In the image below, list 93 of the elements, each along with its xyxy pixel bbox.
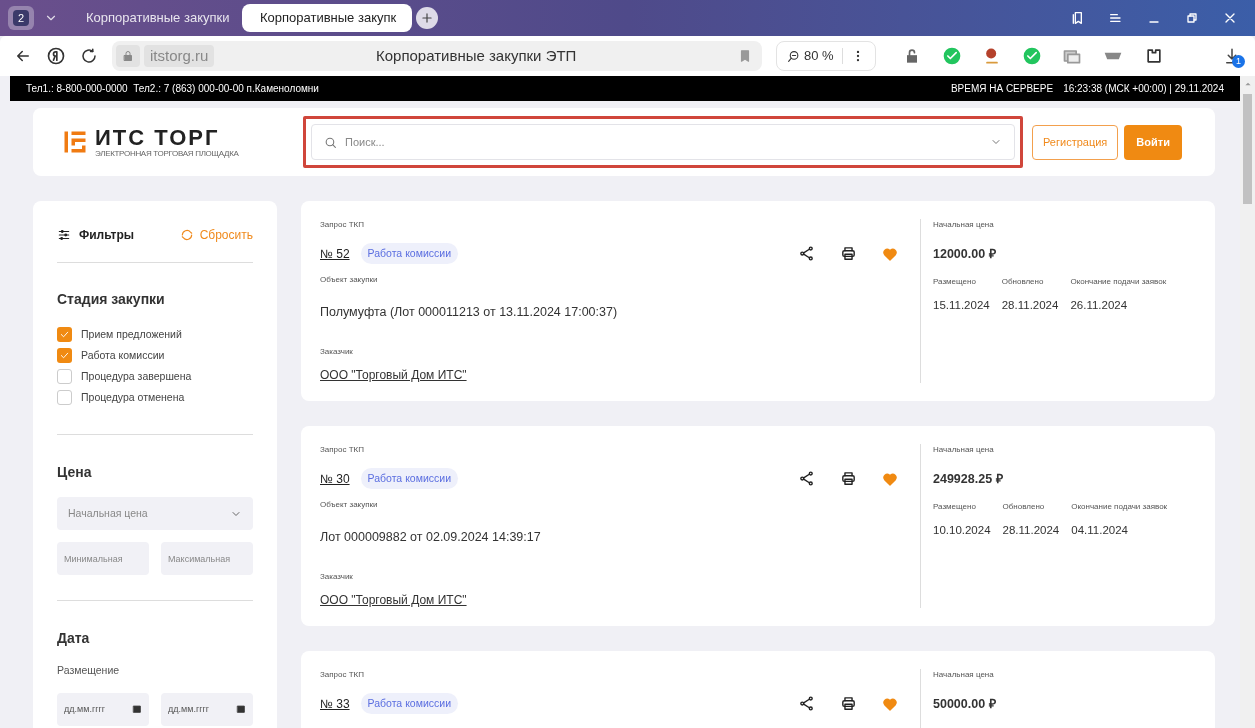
customer-link[interactable]: ООО "Торговый Дом ИТС" (320, 365, 467, 384)
procurement-number-link[interactable]: № 30 (320, 469, 350, 488)
search-icon (324, 135, 337, 149)
browser-tab[interactable]: Корпоративные закупк (242, 4, 412, 32)
server-time-label: ВРЕМЯ НА СЕРВЕРЕ (950, 82, 1054, 96)
stage-checkbox[interactable]: Работа комиссии (57, 345, 253, 366)
new-tab-button[interactable] (416, 7, 438, 29)
field-label: Размещено (933, 275, 977, 288)
status-tag: Работа комиссии (360, 468, 458, 489)
address-bar[interactable]: itstorg.ru Корпоративные закупки ЭТП (112, 41, 762, 71)
sliders-icon (57, 228, 71, 242)
date-value: 15.11.2024 (933, 297, 990, 313)
check-circle-icon[interactable] (941, 46, 962, 66)
logo-title: ИТС ТОРГ (95, 126, 221, 149)
date-value: 26.11.2024 (1070, 297, 1129, 313)
section-heading: Цена (57, 463, 93, 482)
date-picker[interactable]: дд.мм.гггг (57, 692, 149, 726)
date-picker[interactable]: дд.мм.гггг (161, 692, 253, 726)
share-icon[interactable] (798, 470, 815, 487)
section-heading: Дата (57, 629, 91, 648)
print-icon[interactable] (840, 245, 857, 262)
checkmark-icon (59, 350, 70, 361)
zoom-button[interactable]: 80 % (776, 41, 876, 71)
field-label: Размещено (933, 500, 977, 513)
yandex-icon[interactable] (46, 46, 66, 66)
field-label: Заказчик (320, 345, 354, 358)
field-label: Заказчик (320, 570, 354, 583)
procurement-object: Полумуфта (Лот 000011213 от 13.11.2024 17:00:37) (320, 304, 619, 321)
tab-count: 2 (13, 10, 29, 26)
checkbox[interactable] (57, 390, 72, 405)
page-title: Корпоративные закупки ЭТП (374, 45, 578, 66)
start-price: 50000.00 ₽ (933, 696, 997, 713)
procurement-number-link[interactable]: № 33 (320, 694, 350, 713)
scrollbar-thumb[interactable] (1243, 94, 1252, 204)
min-price-field[interactable]: Минимальная (57, 542, 149, 575)
field-label: Обновлено (1002, 500, 1046, 513)
date-field[interactable]: дд.мм.гггг (64, 692, 124, 726)
date-value: 10.10.2024 (933, 522, 991, 538)
field-label: Объект закупки (320, 499, 379, 511)
max-price-field[interactable]: Максимальная (161, 542, 253, 575)
field-label: Начальная цена (933, 444, 995, 456)
download-count-badge: 1 (1232, 55, 1245, 68)
logo-subtitle: ЭЛЕКТРОННАЯ ТОРГОВАЯ ПЛОЩАДКА (95, 148, 239, 158)
checkmark-icon (59, 329, 70, 340)
zoom-out-icon (787, 49, 800, 63)
reload-icon[interactable] (80, 47, 98, 65)
scroll-up-icon (1243, 80, 1252, 88)
date-value: 04.11.2024 (1071, 522, 1129, 538)
checkbox[interactable] (57, 348, 72, 363)
stage-checkbox[interactable]: Прием предложений (57, 324, 253, 345)
refresh-icon (179, 228, 194, 242)
section-heading: Стадия закупки (57, 290, 166, 309)
stage-checkbox[interactable]: Процедура завершена (57, 366, 253, 387)
field-label: Окончание подачи заявок (1071, 500, 1168, 513)
checkbox[interactable] (57, 369, 72, 384)
date-value: 28.11.2024 (1002, 522, 1060, 538)
field-label: Начальная цена (933, 219, 995, 231)
calendar-icon (236, 704, 246, 715)
field-label: Размещение (57, 663, 121, 678)
check-circle-icon[interactable] (1021, 46, 1042, 66)
date-value: 28.11.2024 (1001, 297, 1059, 313)
checkbox[interactable] (57, 327, 72, 342)
start-price: 249928.25 ₽ (933, 471, 1004, 488)
date-field[interactable]: дд.мм.гггг (168, 692, 228, 726)
procurement-type: Запрос ТКП (320, 669, 366, 681)
calendar-icon (132, 704, 142, 715)
procurement-object: Лот 000009882 от 02.09.2024 14:39:17 (320, 529, 542, 546)
tab-group-button[interactable]: 2 (8, 6, 34, 30)
stage-checkbox[interactable]: Процедура отменена (57, 387, 253, 408)
restore-icon[interactable] (1184, 10, 1200, 26)
share-icon[interactable] (798, 245, 815, 262)
status-tag: Работа комиссии (360, 243, 458, 264)
field-label: Начальная цена (933, 669, 995, 681)
field-label: Объект закупки (320, 274, 379, 286)
address-text: itstorg.ru (144, 45, 215, 67)
status-tag: Работа комиссии (360, 693, 458, 714)
server-time: 16:23:38 (МСК +00:00) | 29.11.2024 (1063, 82, 1224, 96)
share-icon[interactable] (798, 695, 815, 712)
scrollbar[interactable] (1240, 76, 1255, 728)
start-price: 12000.00 ₽ (933, 246, 997, 263)
field-label: Обновлено (1001, 275, 1045, 288)
procurement-type: Запрос ТКП (320, 444, 366, 456)
browser-tab[interactable]: Корпоративные закупки (68, 4, 238, 32)
field-label: Окончание подачи заявок (1070, 275, 1167, 288)
phone-numbers: Тел1.: 8-800-000-0000 Тел2.: 7 (863) 000-00-00 п.Каменоломни (26, 82, 319, 96)
procurement-type: Запрос ТКП (320, 219, 366, 231)
procurement-number-link[interactable]: № 52 (320, 244, 350, 263)
filters-title: Фильтры (79, 227, 135, 244)
print-icon[interactable] (840, 695, 857, 712)
lock-icon (122, 50, 134, 62)
plus-icon (420, 11, 434, 25)
print-icon[interactable] (840, 470, 857, 487)
customer-link[interactable]: ООО "Торговый Дом ИТС" (320, 590, 467, 609)
